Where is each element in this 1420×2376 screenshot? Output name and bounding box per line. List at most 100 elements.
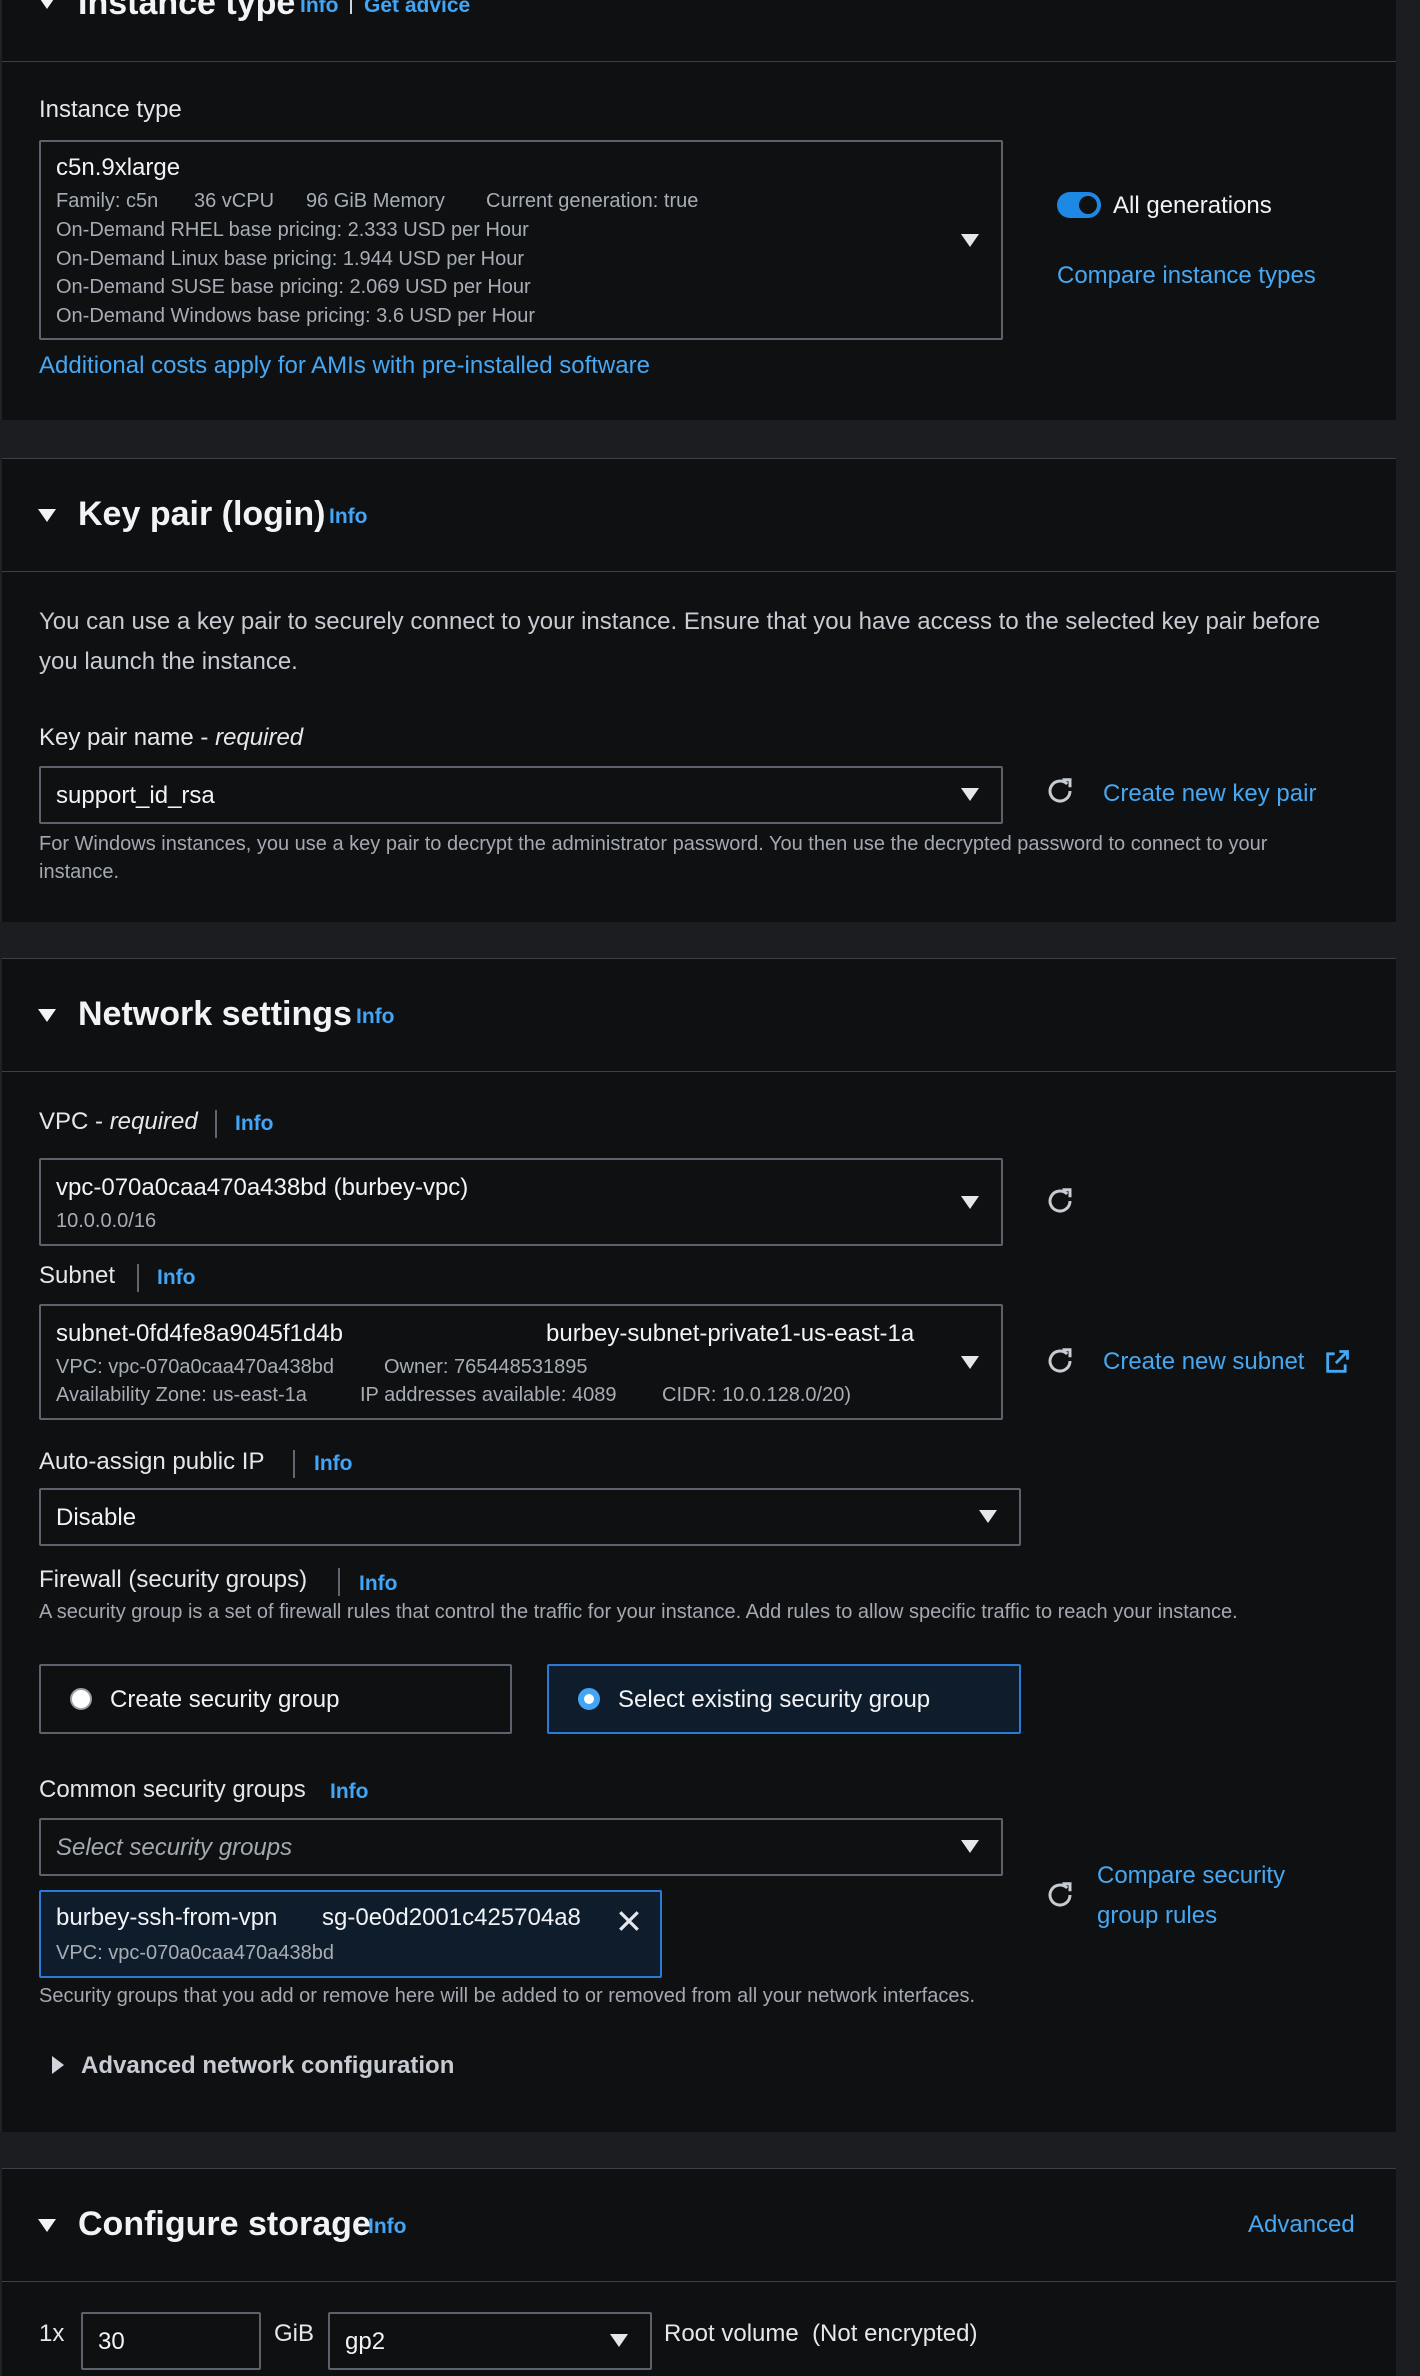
subnet-info-link[interactable]: Info [157, 1266, 195, 1290]
info-separator [350, 0, 352, 14]
volume-type-select[interactable]: gp2 [328, 2312, 652, 2370]
separator [137, 1264, 139, 1292]
key-pair-panel: Key pair (login) Info You can use a key … [0, 458, 1396, 922]
security-group-chip: burbey-ssh-from-vpn sg-0e0d2001c425704a8… [39, 1890, 662, 1978]
refresh-icon[interactable] [1045, 1880, 1075, 1910]
expand-caret-icon[interactable] [52, 2056, 64, 2074]
create-sg-option[interactable]: Create security group [39, 1664, 512, 1734]
get-advice-link[interactable]: Get advice [364, 0, 470, 18]
close-icon[interactable] [614, 1906, 644, 1936]
required-text: required [109, 1108, 198, 1135]
radio-unselected[interactable] [70, 1688, 92, 1710]
key-pair-name-label: Key pair name - required [39, 724, 303, 752]
chevron-down-icon [961, 234, 979, 247]
network-header: Network settings Info [2, 958, 1396, 1072]
pricing-linux: On-Demand Linux base pricing: 1.944 USD … [56, 248, 525, 270]
key-pair-select[interactable]: support_id_rsa [39, 766, 1003, 824]
key-pair-description: You can use a key pair to securely conne… [39, 608, 1321, 675]
compare-instance-types-link[interactable]: Compare instance types [1057, 262, 1316, 290]
collapse-caret-icon[interactable] [38, 509, 56, 522]
pricing-rhel: On-Demand RHEL base pricing: 2.333 USD p… [56, 219, 529, 241]
refresh-icon[interactable] [1045, 776, 1075, 806]
storage-advanced-link[interactable]: Advanced [1248, 2211, 1355, 2239]
chevron-down-icon [979, 1510, 997, 1523]
root-volume-label: Root volume (Not encrypted) [664, 2320, 978, 2347]
vpc-cidr: 10.0.0.0/16 [56, 1210, 157, 1232]
collapse-caret-icon[interactable] [38, 2219, 56, 2232]
storage-info-link[interactable]: Info [368, 2215, 406, 2239]
external-link-icon[interactable] [1323, 1348, 1351, 1376]
instance-memory: 96 GiB Memory [306, 190, 445, 212]
compare-sg-link-line2[interactable]: group rules [1097, 1902, 1217, 1930]
volume-size-input[interactable]: 30 [81, 2312, 261, 2370]
chevron-down-icon [961, 1196, 979, 1209]
subnet-ips: IP addresses available: 4089 [360, 1384, 617, 1406]
instance-type-field-label: Instance type [39, 96, 182, 123]
advanced-network-toggle[interactable]: Advanced network configuration [81, 2052, 454, 2080]
firewall-label: Firewall (security groups) [39, 1566, 308, 1593]
key-pair-help: For Windows instances, you use a key pai… [39, 833, 1268, 883]
volume-type-value: gp2 [345, 2328, 386, 2355]
instance-vcpu: 36 vCPU [194, 190, 275, 212]
subnet-owner: Owner: 765448531895 [384, 1356, 588, 1378]
key-pair-info-link[interactable]: Info [329, 505, 367, 529]
vpc-label-text: VPC - [39, 1108, 110, 1135]
instance-family: Family: c5n [56, 190, 159, 212]
additional-costs-link[interactable]: Additional costs apply for AMIs with pre… [39, 352, 650, 380]
key-pair-label-text: Key pair name - [39, 724, 216, 751]
instance-type-panel: Instance type Info Get advice Instance t… [0, 0, 1396, 420]
auto-ip-selected: Disable [56, 1504, 137, 1531]
subnet-az: Availability Zone: us-east-1a [56, 1384, 307, 1406]
create-key-pair-link[interactable]: Create new key pair [1103, 780, 1316, 808]
chip-id: sg-0e0d2001c425704a8 [322, 1904, 581, 1931]
common-sg-info-link[interactable]: Info [330, 1780, 368, 1804]
separator [338, 1568, 340, 1596]
all-generations-toggle[interactable] [1057, 192, 1101, 218]
firewall-description: A security group is a set of firewall ru… [39, 1601, 1238, 1623]
instance-type-info-link[interactable]: Info [300, 0, 338, 18]
chevron-down-icon [961, 788, 979, 801]
instance-type-select[interactable]: c5n.9xlarge Family: c5n 36 vCPU 96 GiB M… [39, 140, 1003, 340]
vpc-info-link[interactable]: Info [235, 1112, 273, 1136]
key-pair-title: Key pair (login) [78, 495, 326, 533]
chevron-down-icon [961, 1840, 979, 1853]
separator [215, 1110, 217, 1138]
subnet-label: Subnet [39, 1262, 116, 1289]
refresh-icon[interactable] [1045, 1346, 1075, 1376]
compare-sg-link-line1[interactable]: Compare security [1097, 1862, 1285, 1890]
required-text: required [215, 724, 304, 751]
subnet-vpc: VPC: vpc-070a0caa470a438bd [56, 1356, 334, 1378]
vpc-select[interactable]: vpc-070a0caa470a438bd (burbey-vpc) 10.0.… [39, 1158, 1003, 1246]
create-sg-label: Create security group [110, 1686, 340, 1713]
collapse-caret-icon[interactable] [38, 0, 56, 9]
all-generations-label: All generations [1113, 192, 1272, 219]
instance-type-header: Instance type Info Get advice [2, 0, 1396, 62]
network-info-link[interactable]: Info [356, 1005, 394, 1029]
select-existing-sg-label: Select existing security group [618, 1686, 931, 1713]
create-subnet-link[interactable]: Create new subnet [1103, 1348, 1304, 1376]
volume-size-value: 30 [98, 2328, 125, 2355]
sg-help: Security groups that you add or remove h… [39, 1985, 976, 2007]
subnet-select[interactable]: subnet-0fd4fe8a9045f1d4b burbey-subnet-p… [39, 1304, 1003, 1420]
network-title: Network settings [78, 995, 352, 1033]
page: Instance type Info Get advice Instance t… [0, 0, 1420, 2376]
chevron-down-icon [961, 1356, 979, 1369]
radio-selected[interactable] [578, 1688, 600, 1710]
subnet-cidr: CIDR: 10.0.128.0/20) [662, 1384, 851, 1406]
sg-select[interactable]: Select security groups [39, 1818, 1003, 1876]
collapse-caret-icon[interactable] [38, 1009, 56, 1022]
volume-multiplier: 1x [39, 2320, 65, 2347]
subnet-name: burbey-subnet-private1-us-east-1a [546, 1320, 915, 1347]
auto-ip-info-link[interactable]: Info [314, 1452, 352, 1476]
refresh-icon[interactable] [1045, 1186, 1075, 1216]
subnet-id: subnet-0fd4fe8a9045f1d4b [56, 1320, 343, 1347]
vpc-selected: vpc-070a0caa470a438bd (burbey-vpc) [56, 1174, 469, 1201]
pricing-windows: On-Demand Windows base pricing: 3.6 USD … [56, 305, 536, 327]
auto-ip-select[interactable]: Disable [39, 1488, 1021, 1546]
firewall-info-link[interactable]: Info [359, 1572, 397, 1596]
instance-type-selected: c5n.9xlarge [56, 154, 181, 181]
instance-current-gen: Current generation: true [486, 190, 699, 212]
select-existing-sg-option[interactable]: Select existing security group [547, 1664, 1021, 1734]
vpc-label: VPC - required [39, 1108, 198, 1136]
key-pair-header: Key pair (login) Info [2, 458, 1396, 572]
